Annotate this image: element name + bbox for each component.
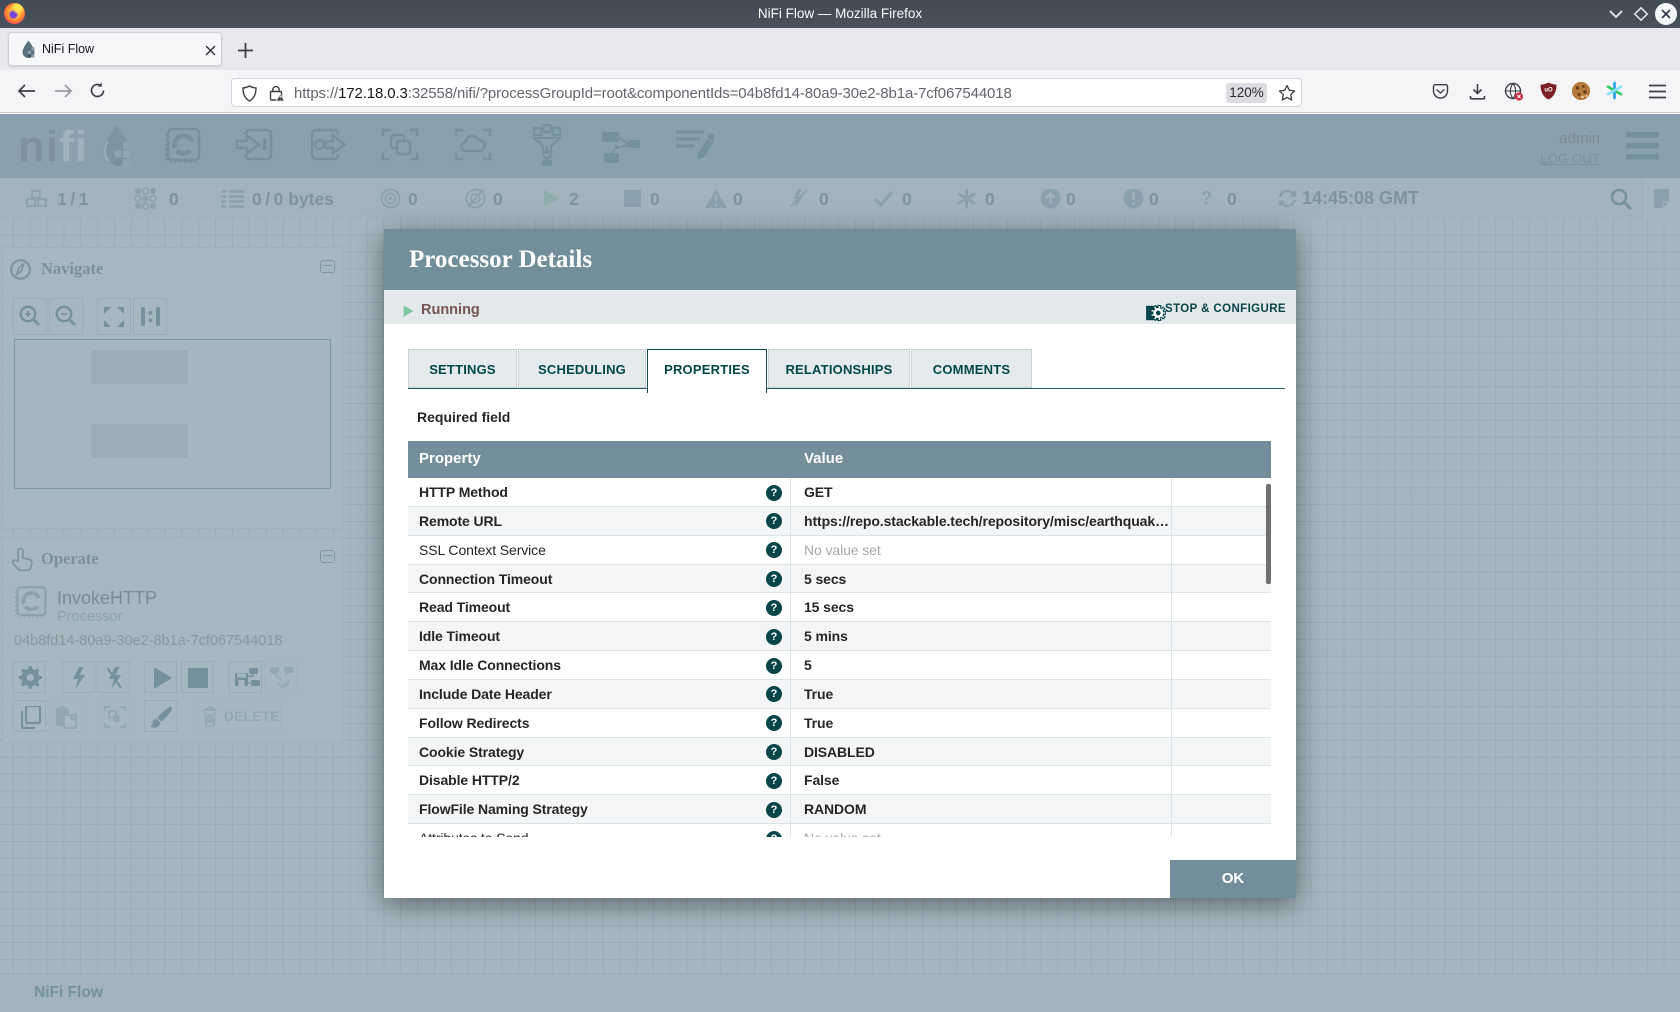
svg-text:uO: uO (1544, 88, 1553, 94)
